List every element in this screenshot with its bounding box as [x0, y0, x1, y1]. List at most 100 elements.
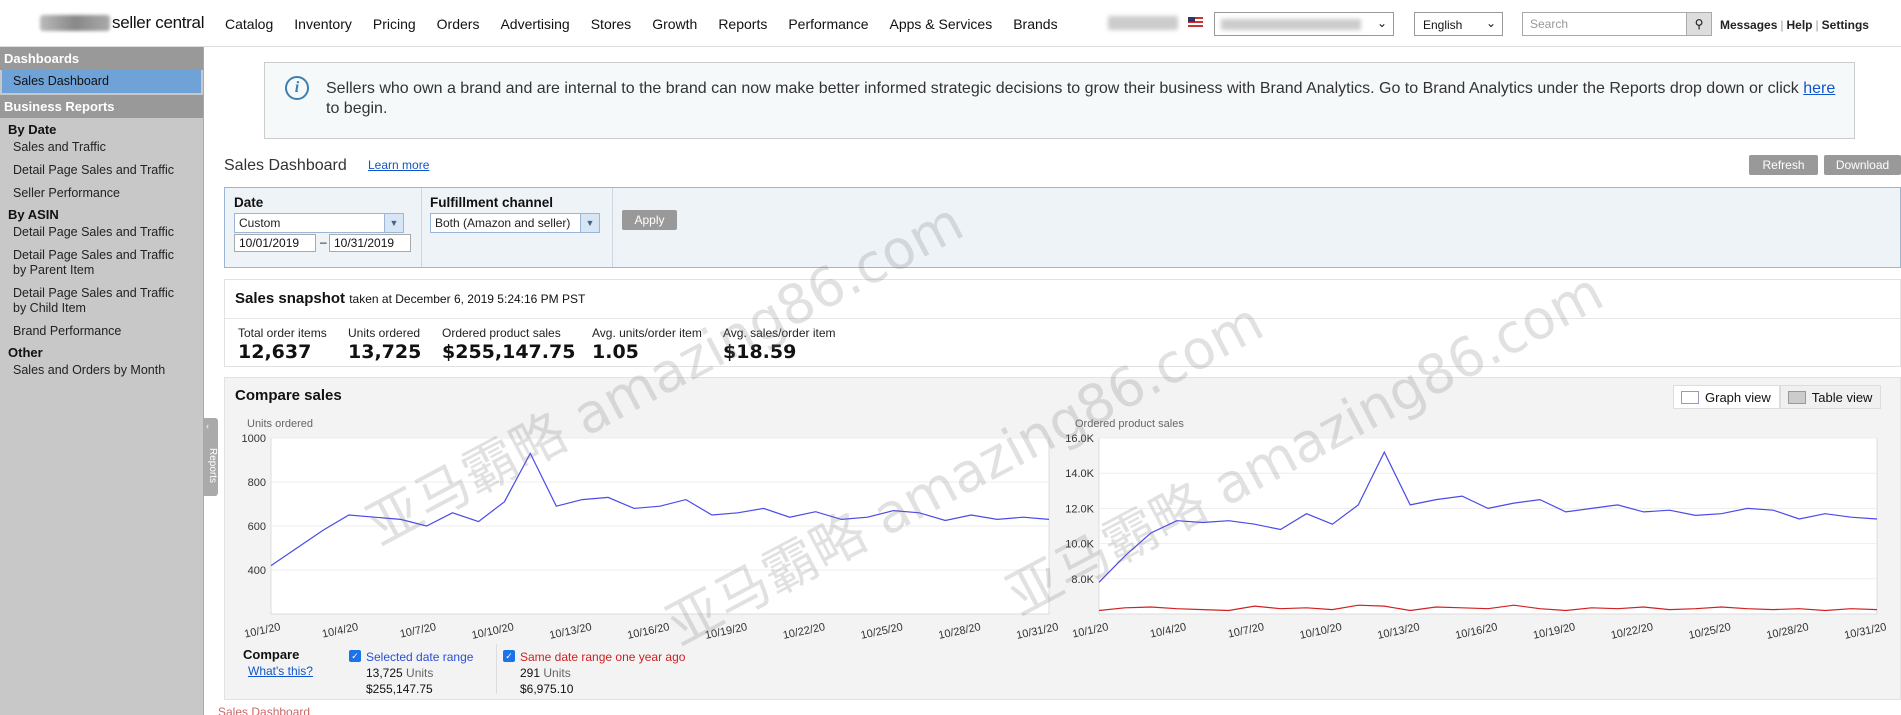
nav-orders[interactable]: Orders — [437, 16, 480, 32]
prior-range-checkbox[interactable]: ✓ — [503, 650, 515, 662]
logo-blurred-mark — [40, 15, 110, 31]
nav-inventory[interactable]: Inventory — [294, 16, 352, 32]
notice-text: Sellers who own a brand and are internal… — [326, 80, 1799, 97]
nav-growth[interactable]: Growth — [652, 16, 697, 32]
sidebar-item-asin-detail-page[interactable]: Detail Page Sales and Traffic — [0, 223, 203, 242]
graph-view-button[interactable]: Graph view — [1673, 385, 1780, 409]
prior-range-sales: $6,975.10 — [520, 682, 574, 696]
line-graph-icon — [1681, 391, 1699, 404]
nav-pricing[interactable]: Pricing — [373, 16, 416, 32]
x-tick-label: 10/10/20 — [1299, 621, 1343, 642]
legend-divider — [496, 644, 497, 694]
sidebar-item-seller-performance[interactable]: Seller Performance — [0, 184, 203, 203]
nav-apps-services[interactable]: Apps & Services — [890, 16, 993, 32]
top-navigation-bar: seller central Catalog Inventory Pricing… — [0, 0, 1901, 47]
notice-message: Sellers who own a brand and are internal… — [326, 79, 1846, 119]
sidebar: Dashboards Sales Dashboard Business Repo… — [0, 47, 204, 715]
notice-here-link[interactable]: here — [1803, 80, 1835, 97]
nav-reports[interactable]: Reports — [718, 16, 767, 32]
notice-tail: to begin. — [326, 100, 388, 117]
search-icon[interactable]: ⚲ — [1686, 12, 1712, 36]
x-tick-label: 10/16/20 — [626, 621, 670, 642]
y-tick-label: 8.0K — [1071, 574, 1094, 586]
date-range-select[interactable]: Custom ▼ — [234, 213, 404, 233]
nav-advertising[interactable]: Advertising — [500, 16, 569, 32]
table-icon — [1787, 391, 1806, 404]
chart-title: Ordered product sales — [1075, 418, 1184, 430]
marketplace-select[interactable]: ⌄ — [1214, 12, 1394, 36]
selected-range-sales: $255,147.75 — [366, 682, 433, 696]
date-from-input[interactable]: 10/01/2019 — [234, 234, 316, 252]
x-tick-label: 10/28/20 — [937, 621, 981, 642]
main-nav: Catalog Inventory Pricing Orders Adverti… — [225, 16, 1058, 32]
refresh-button[interactable]: Refresh — [1749, 155, 1818, 175]
filter-panel: Date Custom ▼ 10/01/2019 – 10/31/2019 Fu… — [224, 187, 1901, 268]
table-view-label: Table view — [1811, 390, 1873, 405]
x-tick-label: 10/22/20 — [782, 621, 826, 642]
language-select[interactable]: English ⌄ — [1414, 12, 1503, 36]
metric-value: $255,147.75 — [442, 341, 576, 363]
logo-text: seller central — [112, 13, 205, 32]
units-word: Units — [543, 666, 571, 680]
footer-sales-dashboard[interactable]: Sales Dashboard — [218, 705, 310, 715]
table-view-button[interactable]: Table view — [1779, 385, 1882, 409]
sidebar-item-sales-dashboard[interactable]: Sales Dashboard — [2, 70, 201, 93]
date-to-input[interactable]: 10/31/2019 — [329, 234, 411, 252]
y-tick-label: 400 — [248, 565, 266, 577]
selected-range-legend: Selected date range 13,725 Units $255,14… — [366, 650, 473, 696]
x-tick-label: 10/4/20 — [1149, 621, 1187, 640]
metric-value: 1.05 — [592, 341, 639, 363]
chart-title: Units ordered — [247, 418, 313, 430]
fulfillment-channel-select[interactable]: Both (Amazon and seller) ▼ — [430, 213, 600, 233]
x-tick-label: 10/25/20 — [860, 621, 904, 642]
chevron-down-icon: ⌄ — [1485, 16, 1496, 30]
page-title: Sales Dashboard — [224, 157, 347, 174]
apply-button[interactable]: Apply — [622, 210, 677, 230]
fulfillment-channel-value: Both (Amazon and seller) — [435, 216, 571, 230]
x-tick-label: 10/31/20 — [1843, 621, 1887, 642]
snapshot-title: Sales snapshot taken at December 6, 2019… — [235, 290, 585, 307]
seller-central-logo[interactable]: seller central — [40, 13, 204, 33]
prior-range-units: 291 — [520, 666, 541, 680]
messages-link[interactable]: Messages — [1720, 18, 1777, 32]
settings-link[interactable]: Settings — [1822, 18, 1869, 32]
y-tick-label: 800 — [248, 477, 266, 489]
selected-range-label: Selected date range — [366, 650, 474, 664]
nav-catalog[interactable]: Catalog — [225, 16, 273, 32]
metric-label: Avg. sales/order item — [723, 326, 836, 340]
x-tick-label: 10/22/20 — [1610, 621, 1654, 642]
title-row: Sales Dashboard Learn more — [224, 157, 429, 175]
help-link[interactable]: Help — [1787, 18, 1813, 32]
whats-this-link[interactable]: What's this? — [248, 664, 313, 678]
selected-range-units: 13,725 — [366, 666, 403, 680]
graph-view-label: Graph view — [1705, 390, 1771, 405]
chevron-left-icon: ‹ — [206, 421, 209, 431]
fulfillment-channel-label: Fulfillment channel — [430, 195, 554, 210]
learn-more-link[interactable]: Learn more — [368, 158, 429, 172]
nav-brands[interactable]: Brands — [1013, 16, 1057, 32]
selected-range-checkbox[interactable]: ✓ — [349, 650, 361, 662]
dropdown-arrow-icon: ▼ — [580, 214, 599, 232]
nav-stores[interactable]: Stores — [591, 16, 631, 32]
sidebar-item-asin-parent-item[interactable]: Detail Page Sales and Traffic by Parent … — [0, 246, 203, 280]
x-tick-label: 10/25/20 — [1688, 621, 1732, 642]
sidebar-item-brand-performance[interactable]: Brand Performance — [0, 322, 203, 341]
language-value: English — [1423, 18, 1463, 32]
x-tick-label: 10/16/20 — [1454, 621, 1498, 642]
y-tick-label: 1000 — [242, 433, 266, 445]
sidebar-item-detail-page-sales-traffic[interactable]: Detail Page Sales and Traffic — [0, 161, 203, 180]
reports-tab-label: Reports — [207, 448, 218, 484]
sidebar-item-sales-orders-by-month[interactable]: Sales and Orders by Month — [0, 361, 203, 380]
sidebar-item-sales-and-traffic[interactable]: Sales and Traffic — [0, 138, 203, 157]
sidebar-item-asin-child-item[interactable]: Detail Page Sales and Traffic by Child I… — [0, 284, 203, 318]
account-name-blurred — [1108, 16, 1178, 30]
prior-range-label: Same date range one year ago — [520, 650, 686, 664]
search-placeholder: Search — [1530, 17, 1569, 31]
x-tick-label: 10/7/20 — [399, 621, 437, 640]
metric-value: 12,637 — [238, 341, 312, 363]
nav-performance[interactable]: Performance — [788, 16, 868, 32]
reports-collapse-tab[interactable]: ‹ Reports — [204, 418, 218, 496]
search-input[interactable]: Search — [1522, 12, 1687, 36]
download-button[interactable]: Download — [1824, 155, 1901, 175]
filter-divider — [421, 188, 422, 267]
